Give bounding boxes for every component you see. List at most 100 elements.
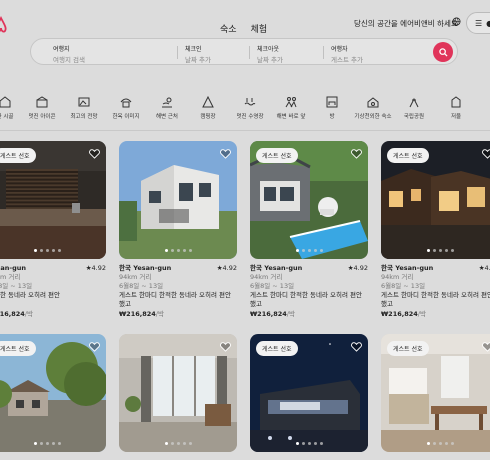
pagination-dot [164, 249, 168, 252]
pagination-dot [45, 442, 49, 445]
search-icon [438, 47, 448, 57]
listing-info: Yesan-gun ★4.92 94km 거리6월8일 ~ 13일한적한 동네라 오… [0, 264, 106, 319]
park-icon [409, 97, 419, 108]
pagination-dot [432, 249, 436, 252]
category-bar: 한 시골멋진 아이콘최고의 전망한옥 이미지해변 근처캠핑장멋진 수영장해변 바… [0, 96, 490, 126]
checkout-placeholder: 날짜 추가 [257, 56, 283, 64]
listing-card[interactable]: 게스트 선호한국 Yesan-gun ★4.92 94km 거리6월8일 ~ 13일… [381, 141, 490, 319]
price-amount: ₩216,824 [0, 310, 25, 318]
heart-icon[interactable] [351, 149, 362, 159]
listing-card[interactable]: 게스트 선호 [0, 334, 106, 452]
house-icon [36, 96, 48, 108]
listing-review-snippet-cont: 했고 [0, 300, 106, 309]
listing-distance: 94km 거리 [250, 273, 283, 281]
pagination-dot [39, 442, 43, 445]
pagination-dot [295, 442, 299, 445]
heart-icon[interactable] [89, 342, 100, 352]
listing-review-snippet: 게스트 한마디 한적한 동네라 오히려 편안 [250, 291, 362, 299]
listing-review-snippet: 게스트 한마디 한적한 동네라 오히려 편안 [381, 291, 490, 299]
heart-icon[interactable] [482, 149, 490, 159]
heart-icon[interactable] [220, 342, 231, 352]
beach-icon [162, 97, 172, 108]
listing-title: 한국 Yesan-gun [119, 264, 172, 272]
listing-photo[interactable]: 게스트 선호 [250, 141, 368, 259]
pagination-dot [176, 249, 180, 252]
pagination-dot [319, 249, 323, 252]
listing-photo[interactable]: 게스트 선호 [381, 141, 490, 259]
listing-photo[interactable]: 게스트 선호 [0, 141, 106, 259]
airbnb-logo-icon[interactable] [0, 16, 8, 34]
listing-photo[interactable]: 게스트 선호 [250, 334, 368, 452]
pagination-dot [313, 442, 317, 445]
category-label: 롯 [472, 112, 490, 120]
pagination-dot [33, 442, 37, 445]
host-link[interactable]: 당신의 공간을 에어비앤비 하세요 [354, 18, 458, 29]
category-item[interactable]: 롯 [472, 96, 490, 120]
tower-icon [451, 96, 461, 108]
photo-pagination-dots [381, 442, 490, 445]
listing-photo[interactable]: 게스트 선호 [381, 334, 490, 452]
listing-info: 한국 Yesan-gun ★4.92 94km 거리6월8일 ~ 13일게스트 한마… [250, 264, 368, 319]
guest-favorite-badge: 게스트 선호 [387, 148, 429, 163]
listing-rating: ★4.92 [216, 264, 237, 272]
pagination-dot [51, 442, 55, 445]
listing-dates: 6월8일 ~ 13일 [0, 282, 33, 290]
listing-title: 한국 Yesan-gun [250, 264, 303, 272]
listing-rating: ★4.92 [85, 264, 106, 272]
listing-photo[interactable]: 게스트 선호 [0, 334, 106, 452]
listing-info: 한국 Yesan-gun ★4.92 94km 거리6월8일 ~ 13일게스트 한마… [119, 264, 237, 319]
listing-photo[interactable] [119, 141, 237, 259]
listing-price: ₩216,824/박 [381, 310, 490, 319]
checkin-label: 체크인 [185, 46, 202, 53]
search-bar[interactable]: 여행지 여행지 검색 체크인 날짜 추가 체크아웃 날짜 추가 여행자 게스트 … [30, 38, 458, 65]
listing-card[interactable]: 게스트 선호 Yesan-gun ★4.92 94km 거리6월8일 ~ 13일한적한… [0, 141, 106, 319]
heart-icon[interactable] [351, 342, 362, 352]
heart-icon[interactable] [482, 342, 490, 352]
listing-title-row: 한국 Yesan-gun ★4.92 [250, 264, 368, 273]
pagination-dot [438, 442, 442, 445]
guest-favorite-badge: 게스트 선호 [387, 341, 429, 356]
header: 숙소 체험 당신의 공간을 에어비앤비 하세요 ☰ ● 여행지 여행지 검색 체… [0, 0, 490, 86]
listing-distance: 94km 거리 [0, 273, 21, 281]
listing-review-snippet: 한적한 동네라 오히려 편안 [0, 291, 60, 299]
guest-favorite-badge: 게스트 선호 [256, 148, 298, 163]
pagination-dot [295, 249, 299, 252]
listing-card[interactable]: 게스트 선호 [250, 334, 368, 452]
listing-dates: 6월8일 ~ 13일 [250, 282, 295, 290]
omg-icon [367, 97, 379, 108]
listing-card[interactable]: 한국 Yesan-gun ★4.92 94km 거리 6월8일 ~ 13일 게스트 한마… [119, 141, 237, 319]
globe-icon[interactable] [452, 17, 461, 26]
checkin-field[interactable]: 체크인 날짜 추가 [185, 44, 249, 64]
divider [177, 46, 178, 59]
listing-card[interactable]: 게스트 선호한국 Yesan-gun ★4.92 94km 거리6월8일 ~ 13일… [250, 141, 368, 319]
pagination-dot [164, 442, 168, 445]
user-menu-button[interactable]: ☰ ● [466, 12, 490, 34]
heart-icon[interactable] [220, 149, 231, 159]
pagination-dot [51, 249, 55, 252]
tab-stays[interactable]: 숙소 [220, 22, 237, 35]
pagination-dot [319, 442, 323, 445]
price-amount: ₩216,824 [381, 310, 418, 318]
hamburger-icon: ☰ [475, 18, 483, 28]
listing-card[interactable]: 게스트 선호 [381, 334, 490, 452]
divider [249, 46, 250, 59]
listing-price: ₩216,824/박 [250, 310, 368, 319]
price-amount: ₩216,824 [119, 310, 156, 318]
where-field[interactable]: 여행지 여행지 검색 [53, 44, 173, 64]
heart-icon[interactable] [89, 149, 100, 159]
price-amount: ₩216,824 [250, 310, 287, 318]
checkout-field[interactable]: 체크아웃 날짜 추가 [257, 44, 321, 64]
listing-title-row: 한국 Yesan-gun ★4.92 [381, 264, 490, 273]
pagination-dot [450, 249, 454, 252]
search-button[interactable] [433, 42, 453, 62]
tab-experiences[interactable]: 체험 [251, 22, 268, 35]
pagination-dot [301, 442, 305, 445]
listing-photo[interactable] [119, 334, 237, 452]
pagination-dot [313, 249, 317, 252]
category-divider [0, 130, 490, 131]
guests-field[interactable]: 여행자 게스트 추가 [331, 44, 421, 64]
listing-card[interactable] [119, 334, 237, 452]
tent-icon [202, 96, 214, 108]
guest-favorite-badge: 게스트 선호 [256, 341, 298, 356]
airbnb-page: 숙소 체험 당신의 공간을 에어비앤비 하세요 ☰ ● 여행지 여행지 검색 체… [0, 0, 490, 460]
